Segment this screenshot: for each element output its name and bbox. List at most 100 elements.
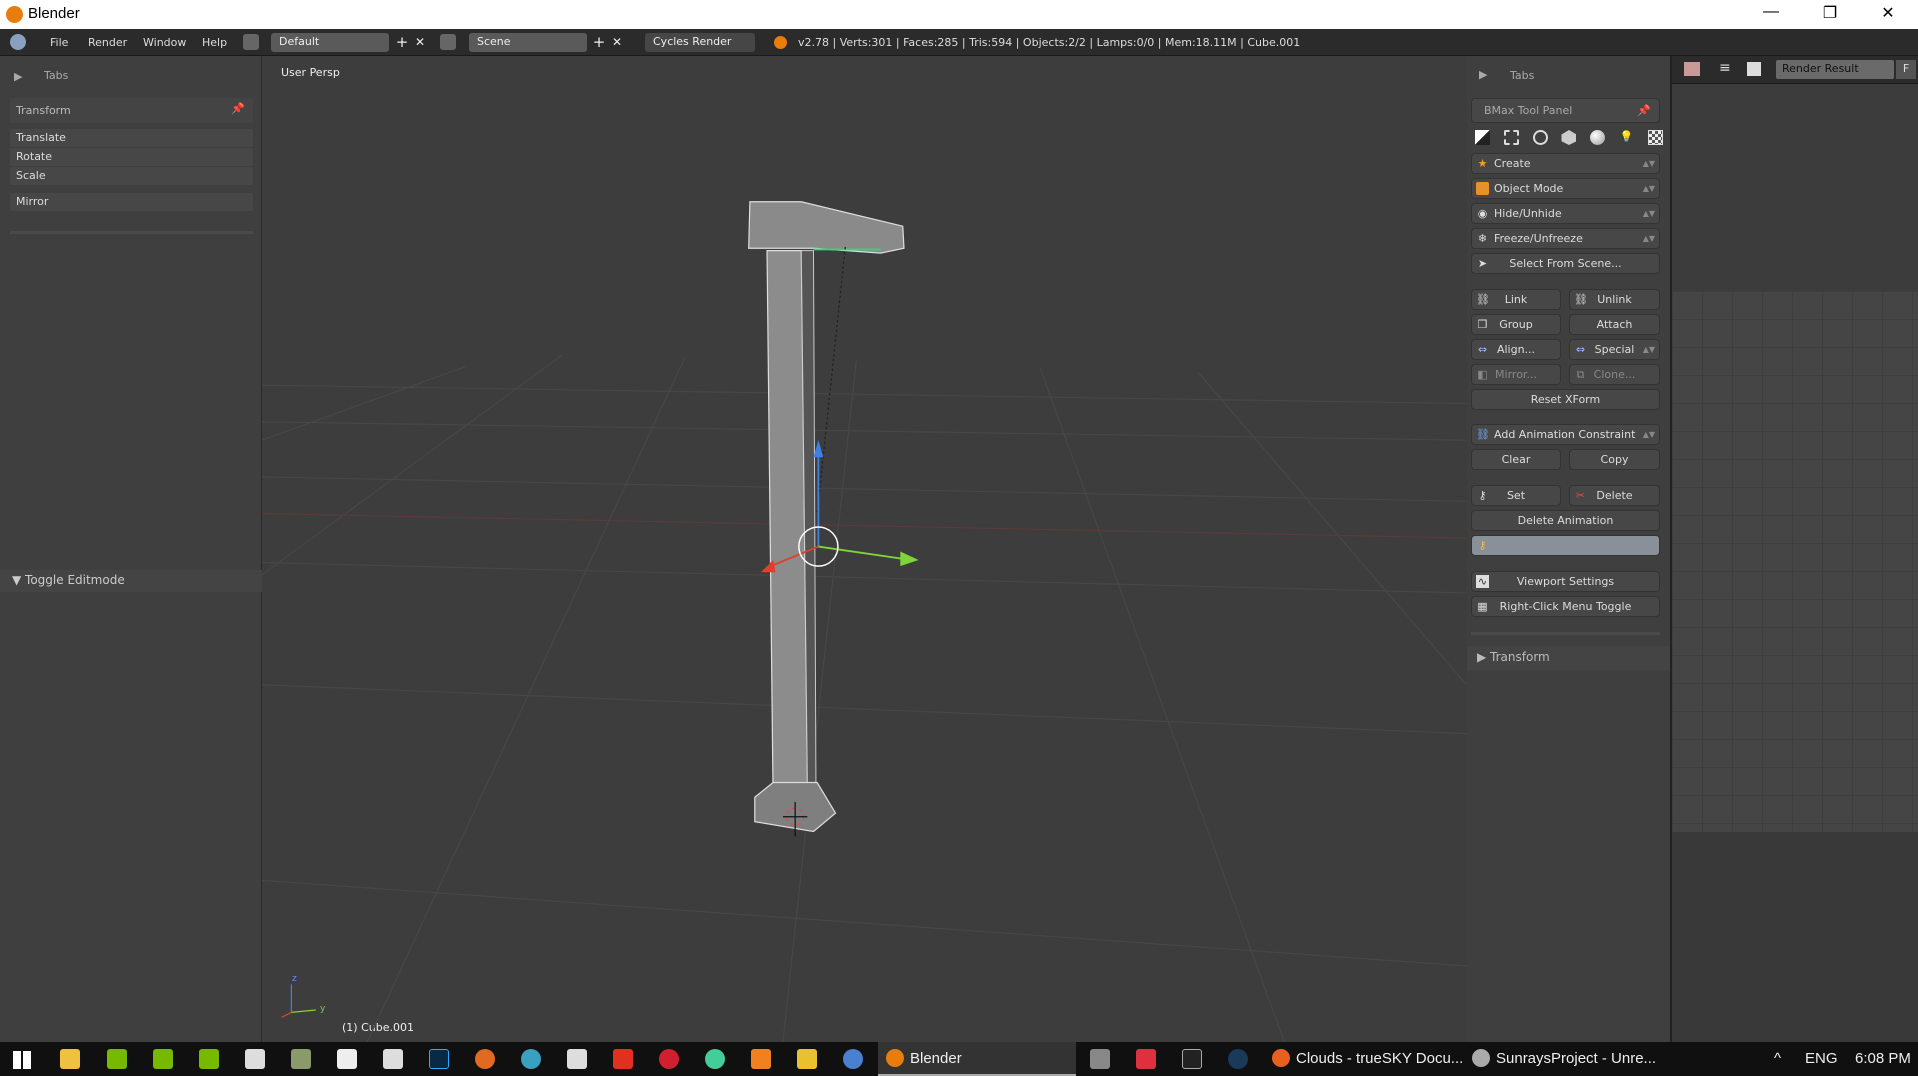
create-dropdown[interactable]: ★ Create ▲▼	[1471, 153, 1660, 174]
fake-user-button[interactable]: F	[1896, 60, 1916, 79]
language-indicator[interactable]: ENG	[1805, 1050, 1838, 1067]
taskbar-sunrays[interactable]: SunraysProject - Unre...	[1496, 1050, 1656, 1067]
reset-xform-button[interactable]: Reset XForm	[1471, 389, 1660, 410]
photoshop-icon[interactable]	[429, 1049, 449, 1069]
transform-panel-header[interactable]: ▶ Transform	[1467, 646, 1670, 670]
app-icon[interactable]	[383, 1049, 403, 1069]
app-icon[interactable]	[337, 1049, 357, 1069]
browser-icon[interactable]	[843, 1049, 863, 1069]
bmax-panel-header[interactable]: BMax Tool Panel 📌	[1471, 98, 1660, 123]
translate-button[interactable]: Translate	[10, 129, 253, 147]
app-icon[interactable]	[797, 1049, 817, 1069]
file-explorer-icon[interactable]	[60, 1049, 80, 1069]
pin-icon[interactable]: 📌	[231, 102, 245, 115]
layout-icon[interactable]	[243, 34, 259, 50]
menu-help[interactable]: Help	[202, 36, 227, 49]
mirror-button[interactable]: Mirror	[10, 193, 253, 211]
key-icon: ⚷	[1478, 489, 1487, 502]
windows-start-icon[interactable]	[13, 1051, 31, 1069]
app-icon[interactable]	[199, 1049, 219, 1069]
image-editor[interactable]: ≡ Render Result F	[1672, 56, 1918, 1042]
app-icon[interactable]	[659, 1049, 679, 1069]
scene-field[interactable]: Scene	[469, 33, 587, 52]
app-icon[interactable]	[1090, 1049, 1110, 1069]
object-mode-dropdown[interactable]: Object Mode ▲▼	[1471, 178, 1660, 199]
keying-set-field[interactable]: ⚷	[1471, 535, 1660, 556]
image-canvas-grid[interactable]	[1672, 291, 1918, 832]
right-click-menu-toggle-button[interactable]: ▦ Right-Click Menu Toggle	[1471, 596, 1660, 617]
layout-field[interactable]: Default	[271, 33, 389, 52]
editor-type-icon[interactable]	[1684, 62, 1700, 76]
remove-layout-button[interactable]: ✕	[410, 33, 430, 52]
link-button[interactable]: ⛓ Link	[1471, 289, 1561, 310]
pin-icon[interactable]: 📌	[1637, 99, 1651, 122]
delete-key-button[interactable]: ✂ Delete	[1569, 485, 1660, 506]
globe-icon[interactable]	[1532, 130, 1548, 145]
group-button[interactable]: ❒ Group	[1471, 314, 1561, 335]
unlink-button[interactable]: ⛓ Unlink	[1569, 289, 1660, 310]
menu-window[interactable]: Window	[143, 36, 186, 49]
viewport-settings-button[interactable]: ∿ Viewport Settings	[1471, 571, 1660, 592]
image-icon[interactable]	[1747, 62, 1761, 76]
3d-viewport[interactable]: User Persp (1) Cube.001 z y	[262, 56, 1467, 1042]
hide-unhide-dropdown[interactable]: ◉ Hide/Unhide ▲▼	[1471, 203, 1660, 224]
menu-icon[interactable]: ≡	[1719, 60, 1731, 76]
freeze-unfreeze-dropdown[interactable]: ❄ Freeze/Unfreeze ▲▼	[1471, 228, 1660, 249]
epic-games-icon[interactable]	[1182, 1049, 1202, 1069]
firefox-icon[interactable]	[1272, 1049, 1290, 1067]
transform-panel-header[interactable]: Transform 📌	[10, 98, 253, 123]
settings-icon[interactable]	[705, 1049, 725, 1069]
taskbar-blender[interactable]: Blender	[878, 1042, 1076, 1076]
clear-button[interactable]: Clear	[1471, 449, 1561, 470]
special-dropdown[interactable]: ⇔ Special ▲▼	[1569, 339, 1660, 360]
steam-icon[interactable]	[1228, 1049, 1248, 1069]
app-icon[interactable]	[567, 1049, 587, 1069]
app-icon[interactable]	[475, 1049, 495, 1069]
app-icon[interactable]	[751, 1049, 771, 1069]
scene-icon[interactable]	[440, 34, 456, 50]
add-animation-constraint-dropdown[interactable]: ⛓ Add Animation Constraint ▲▼	[1471, 424, 1660, 445]
render-engine-select[interactable]: Cycles Render	[645, 33, 755, 52]
app-icon[interactable]	[245, 1049, 265, 1069]
set-key-button[interactable]: ⚷ Set	[1471, 485, 1561, 506]
app-icon[interactable]	[291, 1049, 311, 1069]
expand-icon[interactable]: ▶	[14, 70, 22, 83]
unreal-icon[interactable]	[1472, 1049, 1490, 1067]
attach-button[interactable]: Attach	[1569, 314, 1660, 335]
app-icon[interactable]	[107, 1049, 127, 1069]
select-from-scene-button[interactable]: ➤ Select From Scene...	[1471, 253, 1660, 274]
minimize-button[interactable]: —	[1756, 3, 1786, 21]
cube-icon[interactable]	[1561, 130, 1577, 145]
add-layout-button[interactable]: +	[392, 33, 412, 52]
expand-icon[interactable]: ▶	[1479, 68, 1487, 81]
select-icon[interactable]	[1503, 130, 1519, 145]
copy-button[interactable]: Copy	[1569, 449, 1660, 470]
restore-button[interactable]: ❐	[1815, 3, 1845, 23]
app-icon[interactable]	[613, 1049, 633, 1069]
align-button[interactable]: ⇔ Align...	[1471, 339, 1561, 360]
menu-render[interactable]: Render	[88, 36, 127, 49]
remove-scene-button[interactable]: ✕	[607, 33, 627, 52]
render-icon[interactable]	[1475, 130, 1490, 145]
image-name-field[interactable]: Render Result	[1776, 60, 1894, 79]
toggle-editmode-panel[interactable]: ▼ Toggle Editmode	[0, 570, 262, 592]
delete-animation-button[interactable]: Delete Animation	[1471, 510, 1660, 531]
app-icon[interactable]	[153, 1049, 173, 1069]
taskbar-clouds[interactable]: Clouds - trueSKY Docu...	[1296, 1050, 1463, 1067]
clone-button[interactable]: ⧉ Clone...	[1569, 364, 1660, 385]
object-top	[748, 201, 905, 254]
sphere-icon[interactable]	[1590, 130, 1606, 145]
light-bulb-icon[interactable]: 💡	[1619, 130, 1634, 145]
menu-file[interactable]: File	[50, 36, 68, 49]
tray-expand-icon[interactable]: ^	[1774, 1050, 1781, 1067]
app-icon[interactable]	[521, 1049, 541, 1069]
add-scene-button[interactable]: +	[589, 33, 609, 52]
mirror-button[interactable]: ◧ Mirror...	[1471, 364, 1561, 385]
info-editor-icon[interactable]	[10, 34, 26, 50]
close-button[interactable]: ✕	[1873, 3, 1903, 23]
rotate-button[interactable]: Rotate	[10, 148, 253, 166]
clock[interactable]: 6:08 PM	[1855, 1050, 1911, 1067]
checker-icon[interactable]	[1647, 130, 1663, 145]
scale-button[interactable]: Scale	[10, 167, 253, 185]
app-icon[interactable]	[1136, 1049, 1156, 1069]
